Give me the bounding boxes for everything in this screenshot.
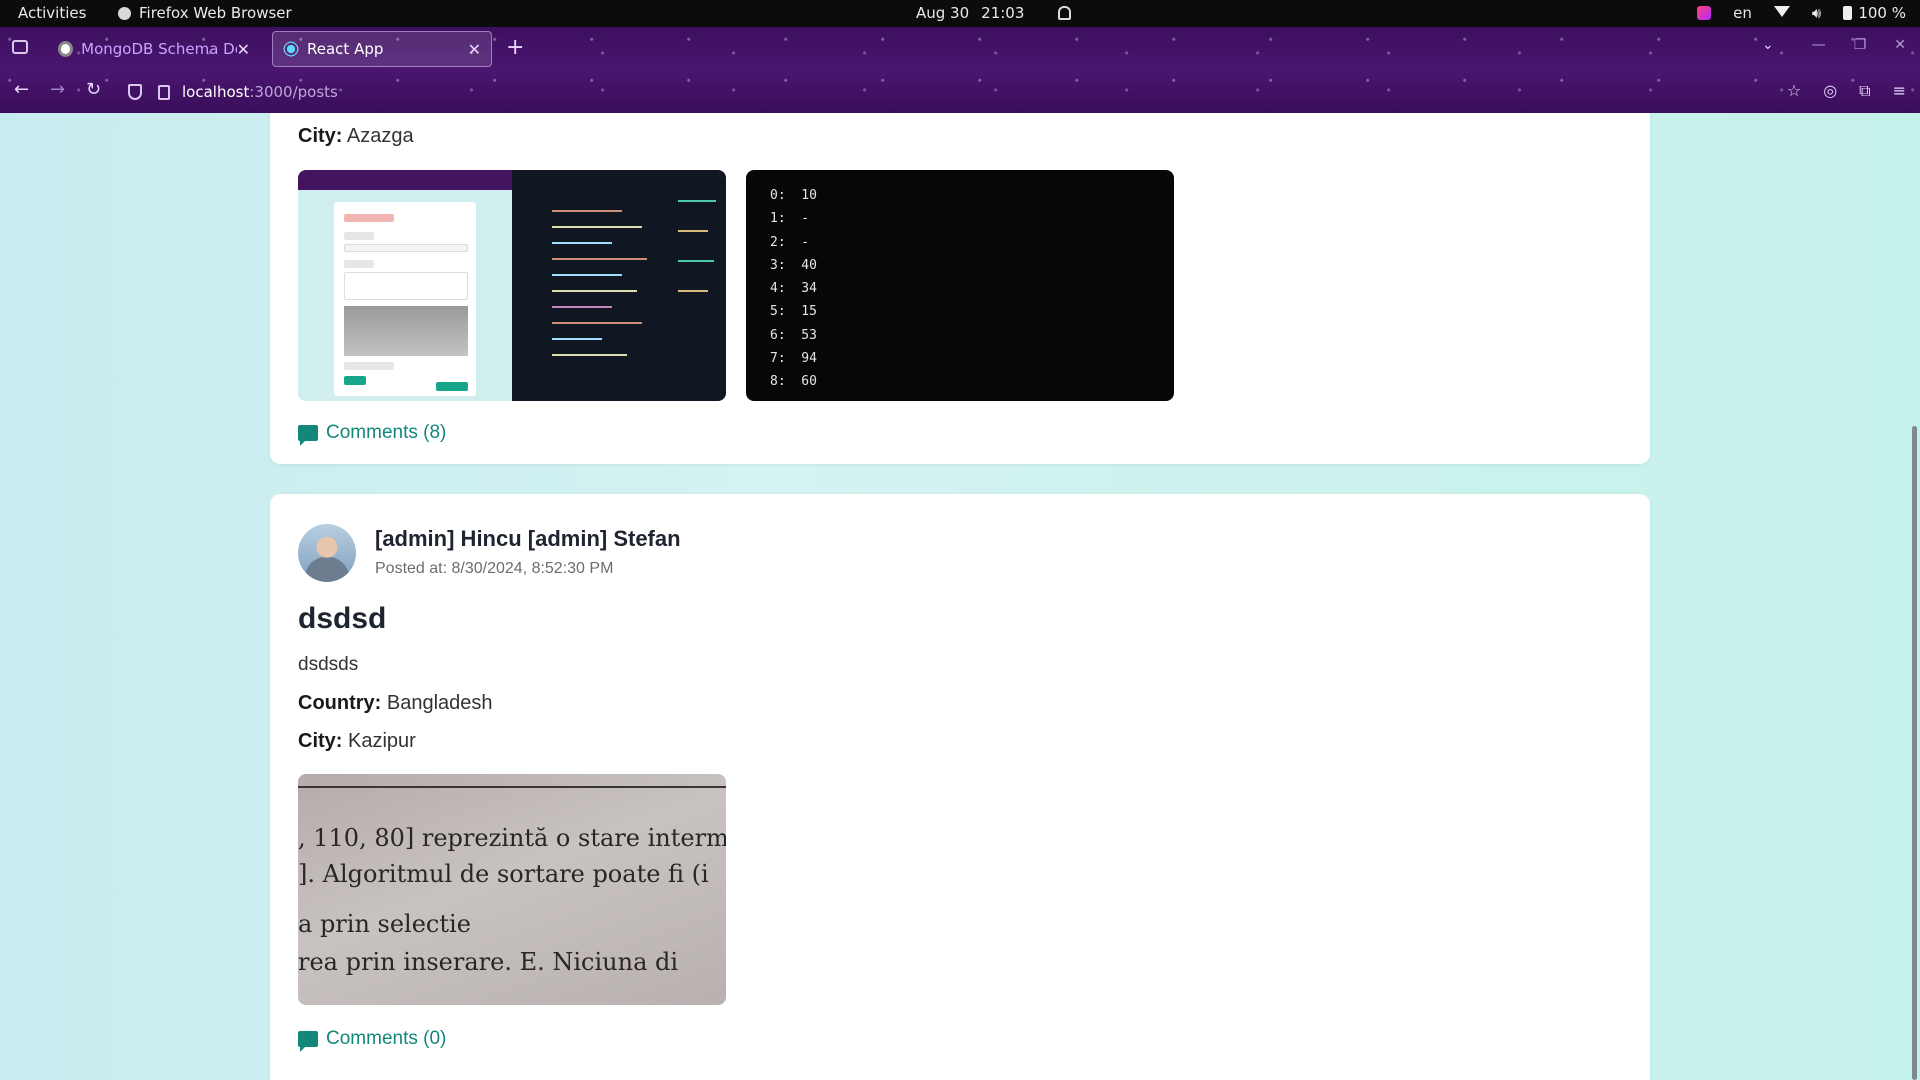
url-host: localhost <box>182 83 250 101</box>
extensions-icon[interactable]: ⧉ <box>1859 81 1870 101</box>
city-value: Kazipur <box>348 730 416 752</box>
post-card: City: Azazga 0: 10 1: - 2: - 3: 40 4: 34… <box>270 113 1650 464</box>
tab-react-app[interactable]: React App ✕ <box>272 31 492 67</box>
terminal-line: 2: - <box>770 234 810 250</box>
city-value: Azazga <box>346 125 414 147</box>
react-favicon-icon <box>283 41 299 57</box>
app-menu[interactable]: Firefox Web Browser <box>118 4 292 22</box>
notification-bell-icon <box>1058 6 1072 20</box>
close-tab-icon[interactable]: ✕ <box>468 40 481 59</box>
avatar[interactable] <box>298 524 356 582</box>
terminal-line: 5: 15 <box>770 304 817 320</box>
clock-time: 21:03 <box>981 4 1025 22</box>
chevron-down-icon[interactable]: ⌄ <box>1762 37 1774 53</box>
country-value: Bangladesh <box>386 692 493 714</box>
terminal-line: 1: - <box>770 211 810 227</box>
battery-icon <box>1843 6 1853 20</box>
terminal-line: 0: 10 <box>770 188 817 203</box>
color-picker-icon[interactable] <box>1697 6 1712 20</box>
country-label: Country: <box>298 692 382 714</box>
nav-bar: ← → ↻ localhost:3000/posts ☆ ◎ ⧉ ≡ <box>0 71 1920 113</box>
post-card: [admin] Hincu [admin] Stefan Posted at: … <box>270 494 1650 1080</box>
city-label: City: <box>298 730 343 752</box>
system-tray[interactable]: en 🔊︎ 100 % <box>1697 4 1906 22</box>
restore-icon[interactable]: ❐ <box>1854 37 1867 53</box>
account-icon[interactable]: ◎ <box>1823 81 1837 101</box>
photo-text-line: rea prin inserare. E. Niciuna di <box>298 948 679 976</box>
post-content: dsdsds <box>298 654 359 675</box>
battery-status[interactable]: 100 % <box>1843 4 1906 22</box>
city-label: City: <box>298 125 343 147</box>
photo-text-line: , 110, 80] reprezintă o stare interm <box>298 824 726 852</box>
battery-percent: 100 % <box>1858 4 1906 22</box>
photo-text-line: ]. Algoritmul de sortare poate fi (i <box>298 860 709 888</box>
post-title: dsdsd <box>298 602 387 635</box>
wifi-icon[interactable] <box>1773 6 1790 20</box>
photo-text-line: a prin selectie <box>298 910 471 938</box>
close-tab-icon[interactable]: ✕ <box>237 40 250 59</box>
bookmark-star-icon[interactable]: ☆ <box>1787 81 1801 101</box>
minimize-icon[interactable]: — <box>1812 37 1826 53</box>
terminal-line: 8: 60 <box>770 374 817 390</box>
volume-icon[interactable]: 🔊︎ <box>1812 4 1821 22</box>
forward-icon[interactable]: → <box>50 79 65 100</box>
menu-icon[interactable]: ≡ <box>1893 81 1906 101</box>
post-timestamp: Posted at: 8/30/2024, 8:52:30 PM <box>375 560 614 577</box>
tab-title: React App <box>307 40 384 58</box>
comments-link[interactable]: Comments (0) <box>298 1028 447 1052</box>
post-photo-document[interactable]: , 110, 80] reprezintă o stare interm ]. … <box>298 774 726 1005</box>
toolbar-right: ☆ ◎ ⧉ ≡ <box>1787 81 1906 101</box>
url-bar[interactable]: localhost:3000/posts <box>120 75 1760 109</box>
browser-chrome: MongoDB Schema Desig ✕ React App ✕ + ⌄ —… <box>0 27 1920 113</box>
reload-icon[interactable]: ↻ <box>86 79 101 100</box>
post-photo-terminal[interactable]: 0: 10 1: - 2: - 3: 40 4: 34 5: 15 6: 53 … <box>746 170 1174 401</box>
back-icon[interactable]: ← <box>14 79 29 100</box>
clock-date: Aug 30 <box>916 4 970 22</box>
url-path: :3000/posts <box>249 83 338 101</box>
terminal-line: 4: 34 <box>770 281 817 297</box>
tab-title: MongoDB Schema Desig <box>81 40 236 58</box>
system-top-bar: Activities Firefox Web Browser Aug 30 21… <box>0 0 1920 27</box>
app-name: Firefox Web Browser <box>139 4 292 22</box>
clock[interactable]: Aug 30 21:03 <box>916 4 1072 22</box>
tab-strip: MongoDB Schema Desig ✕ React App ✕ + ⌄ —… <box>0 27 1920 71</box>
language-indicator[interactable]: en <box>1733 4 1752 22</box>
activities-button[interactable]: Activities <box>18 4 86 22</box>
list-all-tabs-icon[interactable] <box>12 40 28 54</box>
comment-icon <box>298 1031 318 1052</box>
terminal-line: 3: 40 <box>770 257 817 273</box>
window-controls: — ❐ ✕ <box>1812 37 1906 53</box>
post-author: [admin] Hincu [admin] Stefan <box>375 526 681 551</box>
scrollbar-thumb[interactable] <box>1912 426 1917 1080</box>
page-viewport[interactable]: City: Azazga 0: 10 1: - 2: - 3: 40 4: 34… <box>0 113 1920 1080</box>
firefox-icon <box>118 6 131 20</box>
github-favicon-icon <box>58 41 74 57</box>
comments-label: Comments (8) <box>326 422 447 443</box>
tracking-protection-icon[interactable] <box>128 84 142 100</box>
comment-icon <box>298 425 318 446</box>
post-city: City: Kazipur <box>298 730 416 753</box>
page-scrollbar[interactable] <box>1908 113 1920 1080</box>
new-tab-icon[interactable]: + <box>506 35 524 60</box>
post-city: City: Azazga <box>298 125 414 148</box>
comments-label: Comments (0) <box>326 1028 447 1049</box>
comments-link[interactable]: Comments (8) <box>298 422 447 446</box>
post-country: Country: Bangladesh <box>298 692 493 715</box>
terminal-line: 6: 53 <box>770 327 817 343</box>
terminal-line: 7: 94 <box>770 351 817 367</box>
close-window-icon[interactable]: ✕ <box>1894 37 1906 53</box>
post-photo-screenshot[interactable] <box>298 170 726 401</box>
page-info-icon[interactable] <box>158 84 170 100</box>
tab-mongodb[interactable]: MongoDB Schema Desig ✕ <box>48 31 260 67</box>
